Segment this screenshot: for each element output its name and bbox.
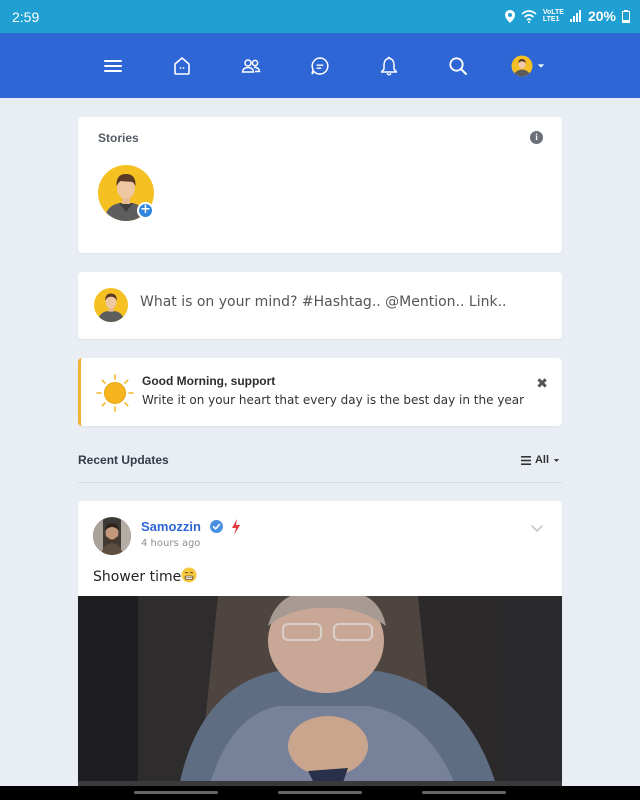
notifications-icon: [380, 56, 398, 76]
network-type: VoLTE LTE1: [543, 9, 564, 23]
battery-icon: [622, 9, 630, 23]
wifi-icon: [521, 9, 537, 23]
home-button[interactable]: [167, 51, 197, 81]
stories-card: Stories i +: [78, 117, 562, 253]
greeting-card: Good Morning, support Write it on your h…: [78, 358, 562, 426]
post-text-content: Shower time: [93, 569, 182, 585]
messages-button[interactable]: [305, 51, 335, 81]
grimace-emoji-icon: [181, 567, 197, 583]
chevron-down-icon[interactable]: [530, 521, 544, 535]
friends-icon: [241, 59, 261, 73]
post-media-image[interactable]: [78, 596, 562, 791]
post-text: Shower time: [93, 567, 197, 585]
notifications-button[interactable]: [374, 51, 404, 81]
greeting-message: Write it on your heart that every day is…: [142, 393, 525, 407]
network-top: VoLTE: [542, 9, 564, 16]
post-author-name[interactable]: Samozzin: [141, 519, 201, 534]
nav-pill-home[interactable]: [278, 791, 362, 794]
section-divider: [78, 482, 562, 483]
stories-title: Stories: [98, 131, 139, 145]
network-bottom: LTE1: [542, 16, 560, 23]
nav-pill-back[interactable]: [422, 791, 506, 794]
close-icon[interactable]: ✖: [536, 376, 548, 392]
system-navigation-bar: [0, 786, 640, 800]
add-story-button[interactable]: +: [137, 202, 154, 219]
sun-icon: [96, 374, 134, 412]
post-composer[interactable]: What is on your mind? #Hashtag.. @Mentio…: [78, 272, 562, 339]
post-timestamp[interactable]: 4 hours ago: [141, 538, 200, 549]
caret-down-icon: [553, 458, 560, 462]
status-icons: VoLTE LTE1 20%: [504, 8, 630, 24]
search-icon: [449, 57, 467, 75]
recent-updates-title: Recent Updates: [78, 453, 169, 467]
battery-percent: 20%: [587, 8, 616, 24]
feed-post: Samozzin 4 hours ago Shower time: [78, 501, 562, 791]
search-button[interactable]: [443, 51, 473, 81]
feed-filter-label: All: [534, 454, 549, 466]
info-icon[interactable]: i: [530, 131, 543, 144]
composer-avatar: [94, 288, 128, 322]
greeting-heading: Good Morning, support: [142, 374, 276, 388]
list-icon: [520, 455, 531, 465]
menu-icon: [104, 60, 122, 72]
feed-filter-dropdown[interactable]: All: [520, 454, 560, 466]
location-icon: [504, 9, 515, 23]
signal-icon: [569, 10, 581, 22]
composer-placeholder[interactable]: What is on your mind? #Hashtag.. @Mentio…: [140, 294, 506, 310]
post-author-avatar[interactable]: [93, 517, 131, 555]
profile-avatar-icon: [511, 55, 533, 77]
status-bar: 2:59 VoLTE LTE1 20%: [0, 0, 640, 33]
menu-button[interactable]: [98, 51, 128, 81]
messages-icon: [311, 57, 329, 75]
top-navbar: [0, 33, 640, 98]
profile-menu[interactable]: [508, 51, 548, 81]
caret-down-icon: [537, 64, 545, 68]
verified-badge-icon: [210, 520, 223, 533]
lightning-icon: [232, 519, 240, 535]
home-icon: [174, 57, 190, 75]
friends-button[interactable]: [236, 51, 266, 81]
nav-pill-recents[interactable]: [134, 791, 218, 794]
status-time: 2:59: [12, 9, 40, 25]
